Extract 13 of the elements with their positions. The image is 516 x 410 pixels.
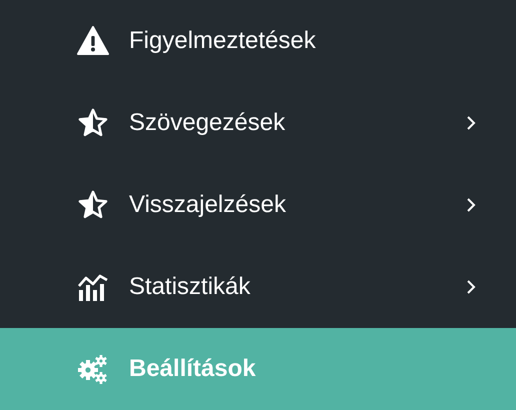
warning-icon xyxy=(77,25,109,57)
menu-label: Visszajelzések xyxy=(129,191,287,219)
menu-item[interactable]: Visszajelzések xyxy=(0,164,516,246)
half-star-icon xyxy=(77,189,109,221)
menu-label: Szövegezések xyxy=(129,109,286,137)
menu-label: Statisztikák xyxy=(129,273,252,301)
menu-item[interactable]: Statisztikák xyxy=(0,246,516,328)
half-star-icon xyxy=(77,107,109,139)
menu-item[interactable]: Figyelmeztetések xyxy=(0,0,516,82)
menu-item[interactable]: Szövegezések xyxy=(0,82,516,164)
menu-label: Beállítások xyxy=(129,355,257,383)
gears-icon xyxy=(77,353,109,385)
menu-label: Figyelmeztetések xyxy=(129,27,317,55)
